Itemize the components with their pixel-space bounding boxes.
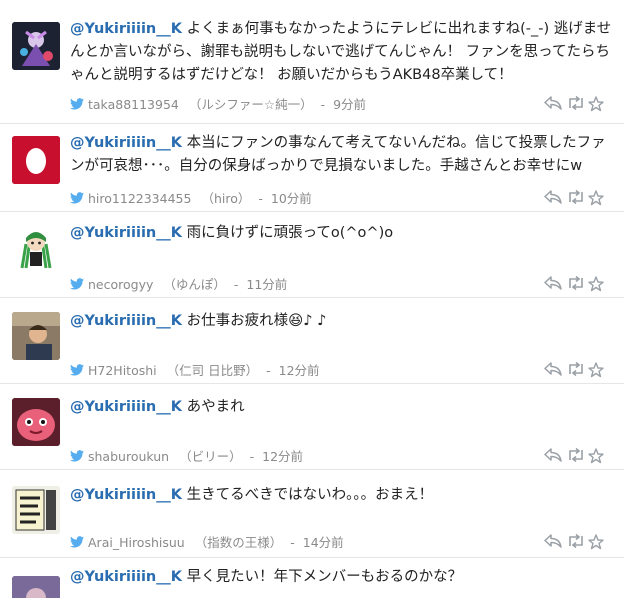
avatar[interactable]: [12, 398, 60, 446]
twitter-bird-icon: [70, 450, 84, 465]
tweet-body: 早く見たい！年下メンバーもおるのかな？: [186, 569, 463, 585]
mention-link[interactable]: @Yukiriiiin__K: [70, 313, 182, 329]
tweet-item: @Yukiriiiin__K 生きてるべきではないわ。。。おまえ！ Arai_H…: [0, 470, 624, 558]
display-name: （指数の王様）: [194, 535, 283, 550]
tweet-item: @Yukiriiiin__K 本当にファンの事なんて考えてないんだね。信じて投票…: [0, 124, 624, 212]
avatar[interactable]: [12, 486, 60, 534]
tweet-meta: H72Hitoshi （仁司 日比野） -12分前: [70, 360, 320, 379]
retweet-icon[interactable]: [566, 96, 586, 112]
screen-name[interactable]: shaburoukun: [88, 449, 169, 464]
tweet-text: @Yukiriiiin__K 生きてるべきではないわ。。。おまえ！: [70, 484, 614, 507]
mention-link[interactable]: @Yukiriiiin__K: [70, 487, 182, 503]
tweet-text: @Yukiriiiin__K よくまぁ何事もなかったようにテレビに出れますね(-…: [70, 18, 614, 87]
tweet-text: @Yukiriiiin__K 雨に負けずに頑張ってo(^o^)o: [70, 222, 614, 245]
display-name: （ビリー）: [179, 449, 242, 464]
reply-icon[interactable]: [544, 190, 564, 206]
tweet-actions: [542, 276, 614, 292]
screen-name[interactable]: hiro1122334455: [88, 191, 191, 206]
display-name: （hiro）: [201, 191, 251, 206]
tweet-item: @Yukiriiiin__K あやまれ shaburoukun （ビリー） -12分…: [0, 384, 624, 470]
mention-link[interactable]: @Yukiriiiin__K: [70, 569, 182, 585]
reply-icon[interactable]: [544, 448, 564, 464]
twitter-bird-icon: [70, 278, 84, 293]
tweet-text: @Yukiriiiin__K 本当にファンの事なんて考えてないんだね。信じて投票…: [70, 132, 614, 178]
mention-link[interactable]: @Yukiriiiin__K: [70, 399, 182, 415]
avatar[interactable]: [12, 136, 60, 184]
tweet-item: @Yukiriiiin__K 早く見たい！年下メンバーもおるのかな？: [0, 558, 624, 598]
twitter-bird-icon: [70, 364, 84, 379]
favorite-icon[interactable]: [588, 96, 608, 112]
mention-link[interactable]: @Yukiriiiin__K: [70, 21, 182, 37]
timestamp[interactable]: 9分前: [333, 97, 366, 112]
tweet-actions: [542, 96, 614, 112]
favorite-icon[interactable]: [588, 276, 608, 292]
timestamp[interactable]: 10分前: [271, 191, 312, 206]
tweet-meta: Arai_Hiroshisuu （指数の王様） -14分前: [70, 532, 344, 551]
reply-icon[interactable]: [544, 276, 564, 292]
avatar[interactable]: [12, 224, 60, 272]
tweet-actions: [542, 448, 614, 464]
favorite-icon[interactable]: [588, 190, 608, 206]
display-name: （ゆんぽ）: [163, 277, 226, 292]
tweet-meta: hiro1122334455 （hiro） -10分前: [70, 188, 312, 207]
tweet-actions: [542, 534, 614, 550]
timestamp[interactable]: 12分前: [262, 449, 303, 464]
retweet-icon[interactable]: [566, 276, 586, 292]
display-name: （仁司 日比野）: [166, 363, 259, 378]
twitter-bird-icon: [70, 536, 84, 551]
avatar[interactable]: [12, 22, 60, 70]
tweet-meta: taka88113954 （ルシファー☆純一） -9分前: [70, 94, 366, 113]
timestamp[interactable]: 11分前: [246, 277, 287, 292]
reply-icon[interactable]: [544, 96, 564, 112]
retweet-icon[interactable]: [566, 448, 586, 464]
reply-icon[interactable]: [544, 534, 564, 550]
mention-link[interactable]: @Yukiriiiin__K: [70, 225, 182, 241]
avatar[interactable]: [12, 576, 60, 598]
tweet-body: 生きてるべきではないわ。。。おまえ！: [186, 487, 434, 503]
twitter-bird-icon: [70, 192, 84, 207]
timestamp[interactable]: 12分前: [279, 363, 320, 378]
mention-link[interactable]: @Yukiriiiin__K: [70, 135, 182, 151]
favorite-icon[interactable]: [588, 448, 608, 464]
favorite-icon[interactable]: [588, 362, 608, 378]
tweet-text: @Yukiriiiin__K あやまれ: [70, 396, 614, 419]
tweet-text: @Yukiriiiin__K 早く見たい！年下メンバーもおるのかな？: [70, 566, 614, 589]
retweet-icon[interactable]: [566, 362, 586, 378]
tweet-item: @Yukiriiiin__K お仕事お疲れ様😆♪ ♪ H72Hitoshi （仁司…: [0, 298, 624, 384]
screen-name[interactable]: taka88113954: [88, 97, 179, 112]
mention-feed: @Yukiriiiin__K よくまぁ何事もなかったようにテレビに出れますね(-…: [0, 0, 640, 598]
favorite-icon[interactable]: [588, 534, 608, 550]
tweet-actions: [542, 190, 614, 206]
tweet-meta: shaburoukun （ビリー） -12分前: [70, 446, 303, 465]
tweet-body: あやまれ: [186, 399, 245, 415]
tweet-body: 雨に負けずに頑張ってo(^o^)o: [186, 225, 394, 241]
tweet-actions: [542, 362, 614, 378]
tweet-body: お仕事お疲れ様😆♪ ♪: [186, 313, 327, 329]
retweet-icon[interactable]: [566, 190, 586, 206]
timestamp[interactable]: 14分前: [303, 535, 344, 550]
reply-icon[interactable]: [544, 362, 564, 378]
tweet-item: @Yukiriiiin__K 雨に負けずに頑張ってo(^o^)o necorog…: [0, 212, 624, 298]
avatar[interactable]: [12, 312, 60, 360]
screen-name[interactable]: H72Hitoshi: [88, 363, 157, 378]
tweet-item: @Yukiriiiin__K よくまぁ何事もなかったようにテレビに出れますね(-…: [0, 0, 624, 124]
tweet-text: @Yukiriiiin__K お仕事お疲れ様😆♪ ♪: [70, 310, 614, 333]
display-name: （ルシファー☆純一）: [188, 97, 313, 112]
twitter-bird-icon: [70, 98, 84, 113]
screen-name[interactable]: necorogyy: [88, 277, 153, 292]
tweet-meta: necorogyy （ゆんぽ） -11分前: [70, 274, 287, 293]
retweet-icon[interactable]: [566, 534, 586, 550]
screen-name[interactable]: Arai_Hiroshisuu: [88, 535, 185, 550]
